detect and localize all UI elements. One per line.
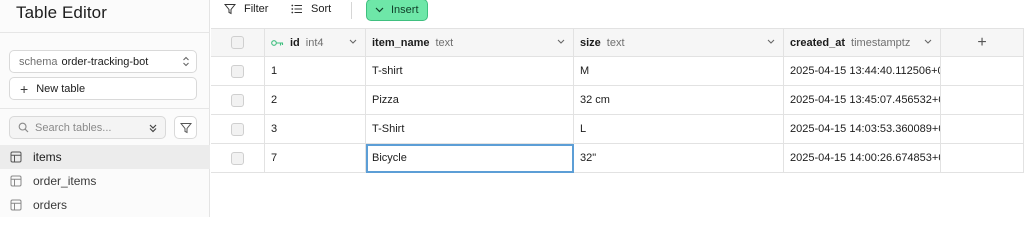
column-header-id[interactable]: id int4 [265, 28, 366, 57]
chevron-double-down-icon[interactable] [148, 122, 158, 134]
empty-cell [941, 86, 1024, 115]
cell-size[interactable]: 32" [574, 144, 784, 173]
column-name: item_name [372, 36, 430, 49]
cell-created-at[interactable]: 2025-04-15 14:03:53.360089+00 [784, 115, 941, 144]
table-row[interactable]: 7 Bicycle 32" 2025-04-15 14:00:26.674853… [211, 144, 1024, 173]
row-checkbox[interactable] [231, 122, 244, 136]
cell-size[interactable]: M [574, 57, 784, 86]
cell-created-at[interactable]: 2025-04-15 14:00:26.674853+00 [784, 144, 941, 173]
cell-id[interactable]: 2 [265, 86, 366, 115]
sort-icon [291, 4, 303, 14]
cell-item-name-selected[interactable]: Bicycle [366, 144, 574, 173]
plus-icon: + [20, 80, 29, 97]
schema-select[interactable]: schema order-tracking-bot [9, 50, 197, 73]
chevron-down-icon[interactable] [767, 39, 775, 45]
column-type: text [435, 36, 454, 49]
cell-size[interactable]: L [574, 115, 784, 144]
row-select-cell[interactable] [211, 86, 265, 115]
cell-item-name[interactable]: T-shirt [366, 57, 574, 86]
cell-id[interactable]: 7 [265, 144, 366, 173]
filter-icon [179, 122, 192, 133]
plus-icon: + [977, 33, 987, 51]
insert-label: Insert [391, 4, 419, 16]
cell-created-at[interactable]: 2025-04-15 13:45:07.456532+00 [784, 86, 941, 115]
filter-label: Filter [244, 3, 269, 15]
column-name: id [290, 36, 300, 49]
chevron-down-icon[interactable] [924, 39, 932, 45]
add-column-button[interactable]: + [941, 28, 1024, 57]
table-row[interactable]: 3 T-Shirt L 2025-04-15 14:03:53.360089+0… [211, 115, 1024, 144]
select-all-checkbox[interactable] [231, 36, 244, 49]
empty-cell [941, 144, 1024, 173]
chevron-up-down-icon [183, 56, 189, 67]
divider [0, 32, 210, 33]
row-checkbox[interactable] [231, 151, 244, 165]
filter-tables-button[interactable] [174, 116, 197, 139]
cell-item-name[interactable]: Pizza [366, 86, 574, 115]
filter-button[interactable]: Filter [224, 3, 268, 15]
row-checkbox[interactable] [231, 93, 244, 107]
sort-label: Sort [311, 3, 332, 15]
column-name: created_at [790, 36, 846, 49]
row-select-cell[interactable] [211, 144, 265, 173]
empty-cell [941, 57, 1024, 86]
sidebar: Table Editor schema order-tracking-bot +… [0, 0, 210, 217]
column-name: size [580, 36, 601, 49]
cell-item-name[interactable]: T-Shirt [366, 115, 574, 144]
column-header-item-name[interactable]: item_name text [366, 28, 574, 57]
sidebar-item-label: items [33, 150, 62, 164]
row-select-cell[interactable] [211, 57, 265, 86]
select-all-cell[interactable] [211, 28, 265, 57]
table-list: items order_items orders [0, 145, 210, 217]
divider [0, 108, 210, 109]
cell-id[interactable]: 3 [265, 115, 366, 144]
insert-button[interactable]: Insert [366, 0, 428, 21]
sidebar-item-orders[interactable]: orders [0, 193, 210, 217]
chevron-down-icon[interactable] [349, 39, 357, 45]
cell-id[interactable]: 1 [265, 57, 366, 86]
empty-cell [941, 115, 1024, 144]
chevron-down-icon [375, 7, 384, 13]
sidebar-item-items[interactable]: items [0, 145, 210, 169]
column-type: text [606, 36, 625, 49]
table-row[interactable]: 2 Pizza 32 cm 2025-04-15 13:45:07.456532… [211, 86, 1024, 115]
search-box [9, 116, 166, 139]
cell-size[interactable]: 32 cm [574, 86, 784, 115]
chevron-down-icon[interactable] [557, 39, 565, 45]
toolbar-divider [351, 2, 352, 19]
page-title: Table Editor [16, 3, 107, 22]
cell-created-at[interactable]: 2025-04-15 13:44:40.112506+00 [784, 57, 941, 86]
schema-value: order-tracking-bot [61, 55, 149, 68]
search-input[interactable] [35, 121, 145, 134]
table-icon [10, 175, 22, 187]
table-icon [10, 151, 22, 163]
column-type: timestamptz [851, 36, 911, 49]
sidebar-item-label: order_items [33, 174, 97, 188]
new-table-label: New table [36, 82, 86, 95]
sort-button[interactable]: Sort [291, 3, 331, 15]
table-row[interactable]: 1 T-shirt M 2025-04-15 13:44:40.112506+0… [211, 57, 1024, 86]
schema-prefix: schema [19, 55, 58, 68]
row-select-cell[interactable] [211, 115, 265, 144]
data-grid: id int4 item_name text size text created… [211, 28, 1024, 173]
column-header-size[interactable]: size text [574, 28, 784, 57]
column-header-created-at[interactable]: created_at timestamptz [784, 28, 941, 57]
toolbar: Filter Sort Insert [211, 0, 1035, 21]
sidebar-item-label: orders [33, 198, 68, 212]
row-checkbox[interactable] [231, 64, 244, 78]
search-icon [18, 122, 29, 133]
grid-header-row: id int4 item_name text size text created… [211, 28, 1024, 57]
key-icon [271, 39, 284, 47]
column-type: int4 [305, 36, 324, 49]
sidebar-item-order-items[interactable]: order_items [0, 169, 210, 193]
new-table-button[interactable]: + New table [9, 77, 197, 100]
filter-icon [224, 3, 236, 15]
table-icon [10, 199, 22, 211]
